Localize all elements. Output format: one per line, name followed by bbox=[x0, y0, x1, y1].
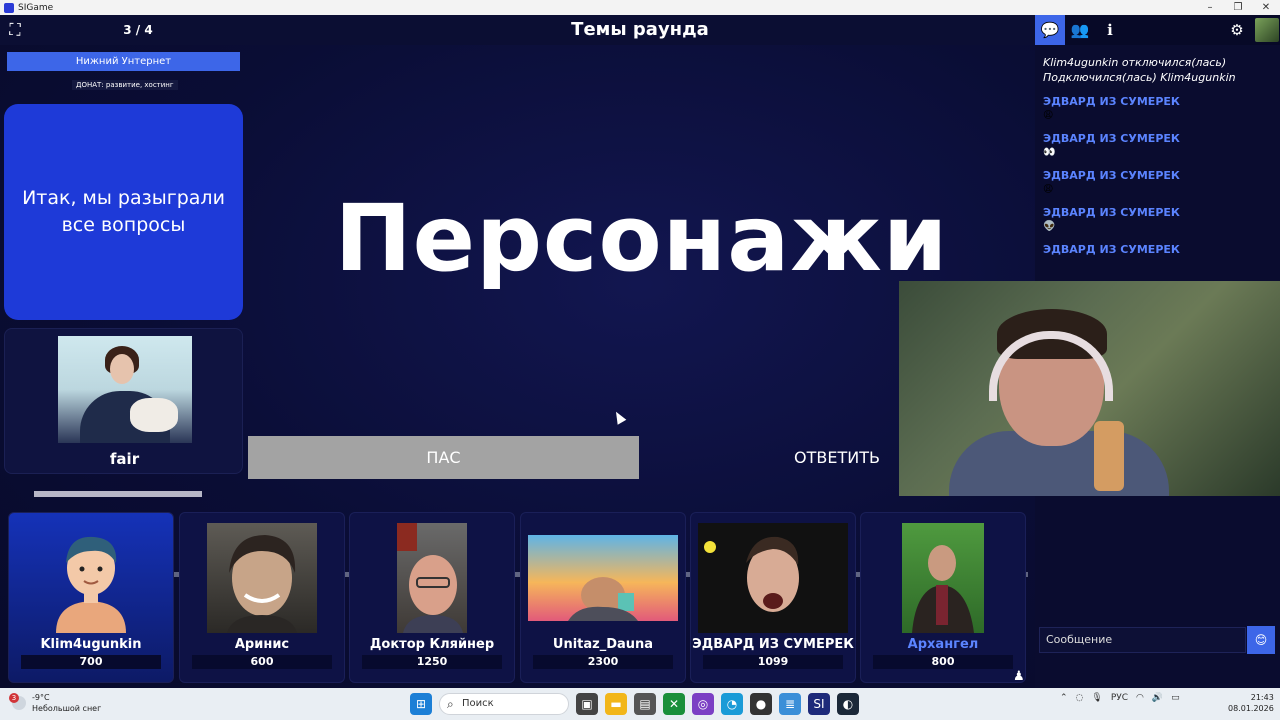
player-avatar bbox=[528, 535, 678, 621]
player-card[interactable]: ЭДВАРД ИЗ СУМЕРЕК 1099 bbox=[690, 512, 856, 683]
snow-icon: 3 bbox=[9, 693, 26, 710]
chat-author: ЭДВАРД ИЗ СУМЕРЕК bbox=[1043, 169, 1180, 182]
player-name: Доктор Кляйнер bbox=[369, 637, 495, 652]
chat-message: 😩 bbox=[1043, 184, 1054, 195]
host-name: fair bbox=[109, 450, 140, 468]
sigame-icon[interactable]: SI bbox=[808, 693, 830, 715]
chat-tab-icon[interactable]: 💬 bbox=[1035, 15, 1065, 45]
clock[interactable]: 21:43 08.01.2026 bbox=[1228, 692, 1274, 714]
weather-temp: -9°C bbox=[32, 693, 50, 702]
chat-message: 👽 bbox=[1043, 221, 1056, 232]
round-counter: 3 / 4 bbox=[123, 23, 153, 37]
podium-light bbox=[34, 491, 202, 497]
player-card[interactable]: Klim4ugunkin 700 bbox=[8, 512, 174, 683]
lang-indicator[interactable]: РУС bbox=[1111, 693, 1128, 703]
xbox-icon[interactable]: ✕ bbox=[663, 693, 685, 715]
mic-icon[interactable]: 🎙 bbox=[1091, 693, 1102, 703]
chat-message: 👀 bbox=[1043, 147, 1056, 158]
maximize-button[interactable]: ❐ bbox=[1224, 0, 1252, 15]
players-row: Klim4ugunkin 700 Аринис 600 Доктор Кляйн… bbox=[8, 512, 1028, 685]
game-app: ⛶ 3 / 4 Темы раунда Нижний Унтернет ДОНА… bbox=[0, 15, 1280, 688]
left-panel: Нижний Унтернет ДОНАТ: развитие, хостинг… bbox=[0, 45, 248, 495]
message-input[interactable]: Сообщение bbox=[1039, 627, 1246, 653]
chat-author: ЭДВАРД ИЗ СУМЕРЕК bbox=[1043, 206, 1180, 219]
menu-logo-icon[interactable]: ⛶ bbox=[0, 15, 30, 45]
chat-author: ЭДВАРД ИЗ СУМЕРЕК bbox=[1043, 243, 1180, 256]
players-tab-icon[interactable]: 👥 bbox=[1065, 15, 1095, 45]
theme-display: Персонажи bbox=[334, 185, 949, 292]
info-tab-icon[interactable]: ℹ bbox=[1095, 15, 1125, 45]
app-icon-2[interactable]: ◎ bbox=[692, 693, 714, 715]
app-icon-3[interactable]: ● bbox=[750, 693, 772, 715]
player-name: Аринис bbox=[234, 637, 290, 652]
player-card[interactable]: Unitaz_Dauna 2300 bbox=[520, 512, 686, 683]
gear-icon[interactable]: ⚙ bbox=[1222, 15, 1252, 45]
task-view-icon[interactable]: ▣ bbox=[576, 693, 598, 715]
player-name: Архангел bbox=[907, 637, 979, 652]
player-score: 800 bbox=[873, 655, 1013, 669]
taskbar: 3 -9°C Небольшой снег ⊞ Поиск ▣ ▬ ▤ ✕ ◎ … bbox=[0, 688, 1280, 720]
clock-date: 08.01.2026 bbox=[1228, 704, 1274, 713]
webcam-overlay bbox=[899, 281, 1280, 496]
taskbar-search[interactable]: Поиск bbox=[439, 693, 569, 715]
chat-system-line: Klim4ugunkin отключился(лась) bbox=[1043, 56, 1227, 69]
app-icon-1[interactable]: ▤ bbox=[634, 693, 656, 715]
chat-author: ЭДВАРД ИЗ СУМЕРЕК bbox=[1043, 95, 1180, 108]
player-card[interactable]: Архангел 800 bbox=[860, 512, 1026, 683]
chat-author: ЭДВАРД ИЗ СУМЕРЕК bbox=[1043, 132, 1180, 145]
player-avatar bbox=[46, 523, 136, 633]
system-tray: ⌃ ◌ 🎙 РУС ◠ 🔊 ▭ bbox=[1060, 693, 1180, 703]
player-score: 700 bbox=[21, 655, 161, 669]
player-avatar bbox=[698, 523, 848, 633]
top-bar: ⛶ 3 / 4 Темы раунда bbox=[0, 15, 1035, 45]
emoji-button[interactable]: 😊 bbox=[1247, 626, 1275, 654]
weather-widget[interactable]: 3 -9°C Небольшой снег bbox=[9, 692, 102, 714]
theme-name: Нижний Унтернет bbox=[7, 52, 240, 71]
mouse-cursor-icon bbox=[611, 409, 627, 425]
wifi-icon[interactable]: ◠ bbox=[1136, 693, 1144, 703]
player-name: Unitaz_Dauna bbox=[552, 637, 654, 652]
player-avatar bbox=[207, 523, 317, 633]
app-icon bbox=[4, 2, 14, 13]
notepad-icon[interactable]: ≣ bbox=[779, 693, 801, 715]
player-card[interactable]: Доктор Кляйнер 1250 bbox=[349, 512, 515, 683]
player-score: 600 bbox=[192, 655, 332, 669]
player-avatar bbox=[902, 523, 984, 633]
notification-badge: 3 bbox=[9, 693, 19, 703]
chat-system-line: Подключился(лась) Klim4ugunkin bbox=[1043, 71, 1236, 84]
weather-desc: Небольшой снег bbox=[32, 704, 102, 713]
windows-start-icon[interactable]: ⊞ bbox=[410, 693, 432, 715]
edge-icon[interactable]: ◔ bbox=[721, 693, 743, 715]
steam-icon[interactable]: ◐ bbox=[837, 693, 859, 715]
network-icon[interactable]: ◌ bbox=[1076, 693, 1084, 703]
pass-button[interactable]: ПАС bbox=[248, 436, 639, 479]
chat-message: 😩 bbox=[1043, 110, 1054, 121]
player-name: Klim4ugunkin bbox=[40, 637, 142, 652]
battery-icon[interactable]: ▭ bbox=[1171, 693, 1180, 703]
minimize-button[interactable]: – bbox=[1196, 0, 1224, 15]
clock-time: 21:43 bbox=[1250, 693, 1274, 702]
player-score: 2300 bbox=[533, 655, 673, 669]
chevron-up-icon[interactable]: ⌃ bbox=[1060, 693, 1068, 703]
player-score: 1250 bbox=[362, 655, 502, 669]
question-card: Итак, мы разыграли все вопросы bbox=[4, 104, 243, 320]
person-icon[interactable]: ♟ bbox=[1013, 669, 1025, 684]
donate-label[interactable]: ДОНАТ: развитие, хостинг bbox=[72, 80, 178, 90]
user-avatar[interactable] bbox=[1255, 18, 1279, 42]
close-button[interactable]: ✕ bbox=[1252, 0, 1280, 15]
player-card[interactable]: Аринис 600 bbox=[179, 512, 345, 683]
window-title: SIGame bbox=[18, 2, 54, 13]
player-avatar bbox=[397, 523, 467, 633]
host-card: fair bbox=[4, 328, 243, 474]
file-explorer-icon[interactable]: ▬ bbox=[605, 693, 627, 715]
window-titlebar: SIGame – ❐ ✕ bbox=[0, 0, 1280, 15]
sidebar-tabs: 💬 👥 ℹ ⚙ bbox=[1035, 15, 1280, 45]
host-avatar bbox=[58, 336, 192, 443]
player-score: 1099 bbox=[703, 655, 843, 669]
player-name: ЭДВАРД ИЗ СУМЕРЕК bbox=[692, 637, 854, 652]
volume-icon[interactable]: 🔊 bbox=[1152, 693, 1163, 703]
chat-log: Klim4ugunkin отключился(лась) Подключилс… bbox=[1043, 55, 1273, 256]
